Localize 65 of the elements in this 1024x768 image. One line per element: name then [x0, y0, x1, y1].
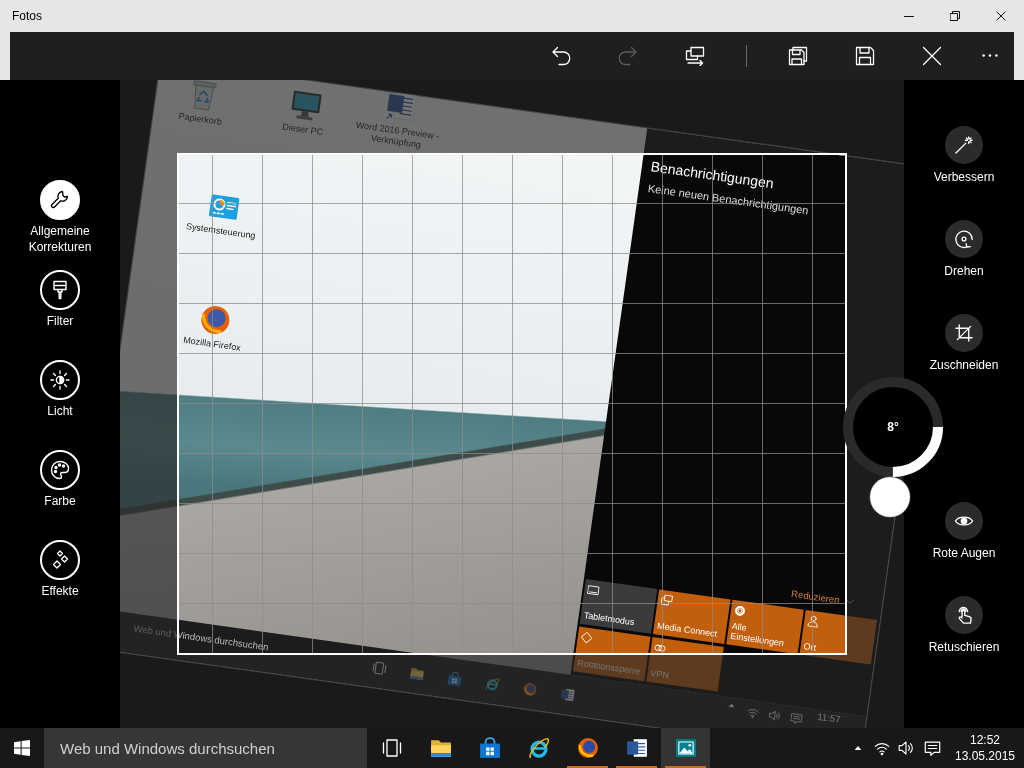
caret-up-icon [854, 745, 862, 751]
enhance-button[interactable]: Verbessern [904, 126, 1024, 220]
picture-icon [674, 737, 697, 759]
eye-correction-button[interactable]: Rote Augen [904, 502, 1024, 596]
photos-button[interactable] [661, 728, 710, 768]
message-icon [789, 712, 804, 726]
diamond-icon [580, 631, 594, 645]
filter-tab[interactable]: Filter [0, 270, 120, 360]
collapse-label: Reduzieren [790, 587, 841, 607]
gear-icon [733, 604, 747, 618]
clock-text: 11:57 [815, 709, 843, 727]
tile-label: Alle Einstellungen [729, 620, 786, 650]
orbit-ring-icon [484, 676, 501, 692]
rotation-handle[interactable] [869, 476, 911, 518]
color-tab[interactable]: Farbe [0, 450, 120, 540]
tile-label: Rotationssperre [576, 657, 641, 677]
window-panes-icon [14, 740, 30, 756]
shopping-bag-icon [478, 737, 501, 759]
tile-label: Ort [803, 641, 817, 653]
rotation-dial[interactable] [843, 377, 943, 518]
globe-icon [522, 681, 538, 698]
tablet-icon [586, 583, 601, 597]
effects-tab[interactable]: Effekte [0, 540, 120, 630]
task-view-icon [371, 660, 388, 677]
shopping-bag-icon [446, 670, 463, 687]
corrections-tab[interactable]: Allgemeine Korrekturen [0, 180, 120, 270]
rotate-icon [945, 220, 983, 258]
document-icon [625, 737, 648, 759]
folder-icon [429, 737, 452, 759]
speaker-icon [767, 708, 782, 723]
speaker-icon [898, 740, 914, 756]
wifi-icon [874, 740, 890, 756]
close-icon [996, 11, 1006, 21]
restore-icon [950, 11, 960, 21]
chevron-down-icon [844, 598, 855, 606]
eye-icon [945, 502, 983, 540]
rotate-button[interactable]: Drehen [904, 220, 1024, 314]
rotation-angle: 8° [887, 420, 899, 434]
hand-pointer-icon [945, 596, 983, 634]
caret-up-icon [728, 703, 735, 708]
clock-button[interactable]: 12:52 13.05.2015 [946, 728, 1024, 768]
message-icon [923, 739, 941, 757]
window-title: Fotos [12, 9, 42, 23]
minimize-icon [904, 15, 914, 17]
tile-label: Media Connect [656, 620, 718, 639]
tile-label: VPN [649, 668, 670, 681]
globe-icon [576, 737, 599, 759]
document-icon [559, 686, 576, 703]
search-field[interactable]: Web und Windows durchsuchen [44, 728, 367, 768]
light-tab[interactable]: Licht [0, 360, 120, 450]
link-icon [653, 641, 667, 655]
task-view-icon [381, 738, 402, 758]
folder-icon [409, 665, 426, 682]
desktop-icon-label: Mozilla Firefox [182, 334, 242, 354]
crop-icon [945, 314, 983, 352]
screens-icon [659, 593, 674, 608]
person-pin-icon [806, 614, 821, 628]
retouch-button[interactable]: Retuschieren [904, 596, 1024, 690]
magic-wand-icon [945, 126, 983, 164]
tile-label: Tabletmodus [583, 610, 636, 628]
desktop-icon-label: Papierkorb [177, 110, 223, 128]
desktop-icon-label: Word 2016 Preview - Verknüpfung [354, 118, 441, 152]
orbit-ring-icon [527, 737, 550, 759]
desktop-icon-label: Dieser PC [281, 121, 324, 139]
crop-button[interactable]: Zuschneiden [904, 314, 1024, 408]
